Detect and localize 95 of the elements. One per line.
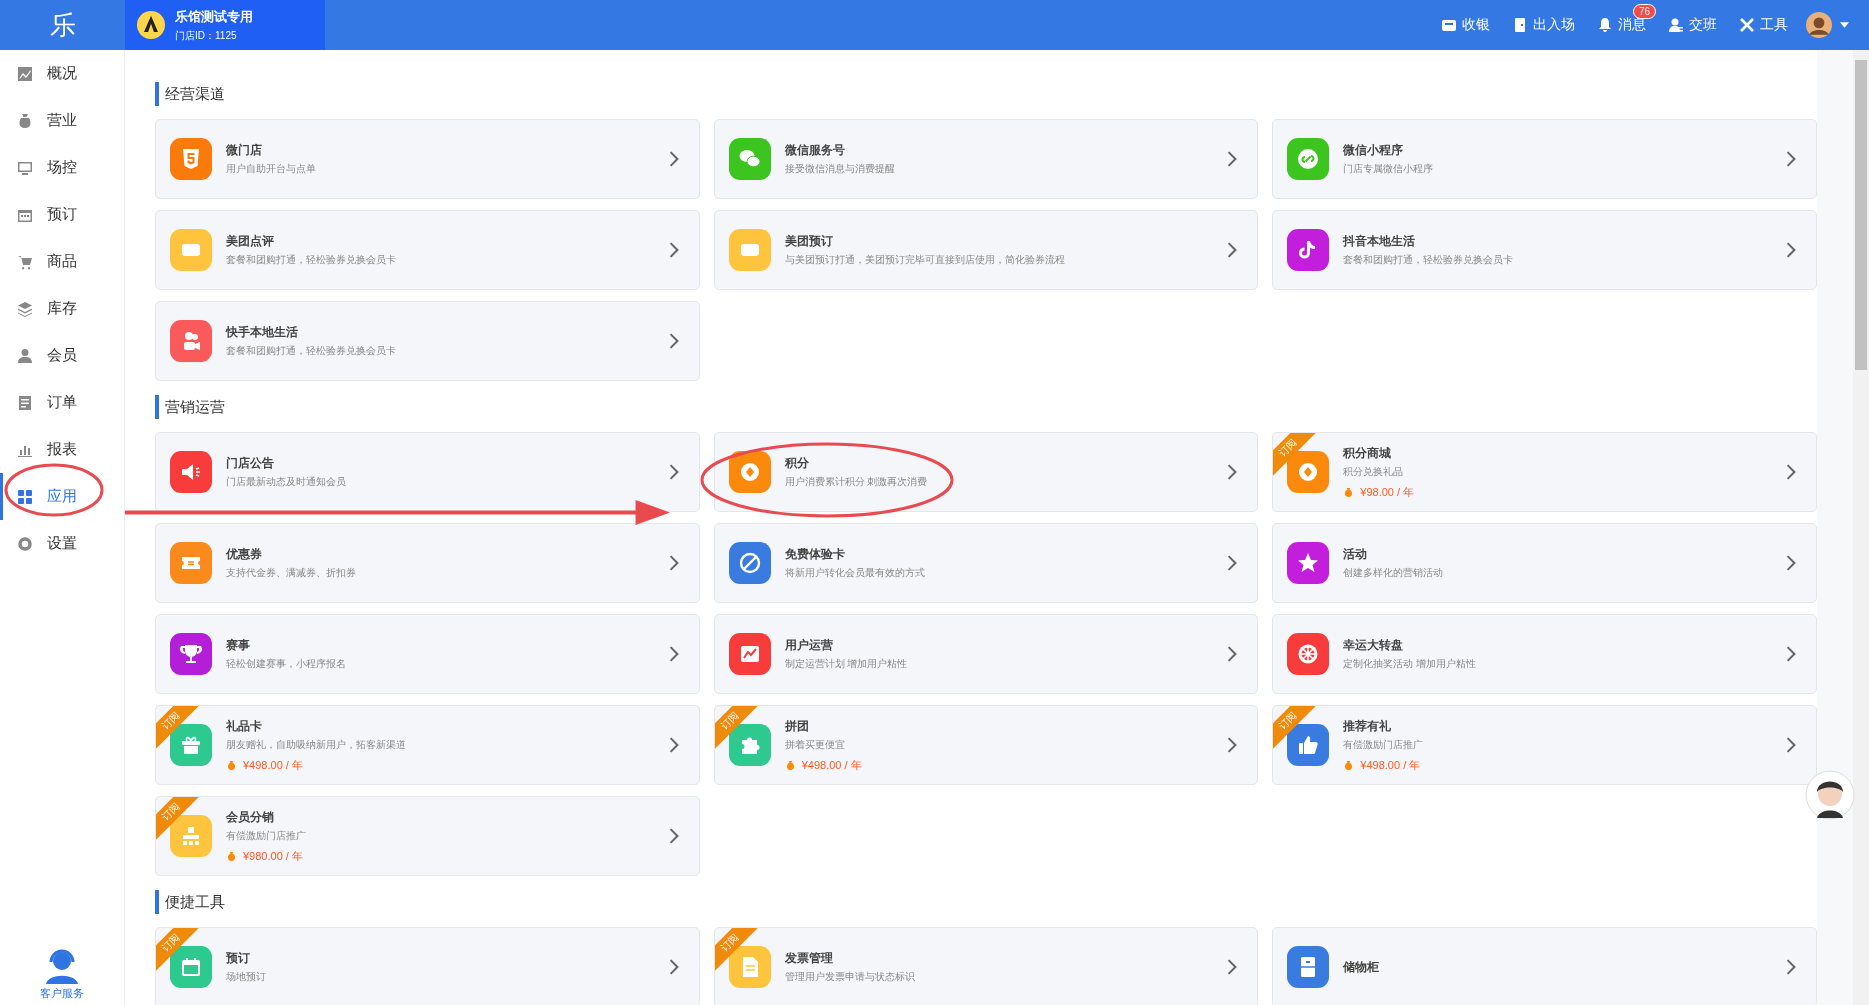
app-card[interactable]: 美团预订 与美团预订打通，美团预订完毕可直接到店使用，简化验券流程 — [713, 210, 1259, 290]
toolbar-button[interactable]: 交班 — [1668, 16, 1717, 34]
app-card[interactable]: 快手本地生活 套餐和团购打通，轻松验券兑换会员卡 — [155, 301, 700, 381]
toolbar-button[interactable]: 工具 — [1739, 16, 1788, 34]
app-card[interactable]: 微信服务号 接受微信消息与消费提醒 — [713, 119, 1259, 199]
app-title: 美团点评 — [226, 233, 275, 250]
app-title: 拼团 — [784, 717, 810, 735]
app-title: 积分商城 — [1343, 444, 1393, 462]
app-title: 用户运营 — [784, 637, 834, 654]
app-card[interactable]: 拼团 拼着买更便宜 ¥498.00 / 年 订阅 — [713, 705, 1259, 785]
store-panel[interactable]: 乐馆测试专用 门店ID：1125 — [125, 0, 325, 50]
app-description: 创建多样化的营销活动 — [1343, 566, 1445, 580]
app-card[interactable]: 微信小程序 门店专属微信小程序 — [1272, 119, 1817, 199]
app-description: 将新用户转化会员最有效的方式 — [784, 566, 926, 580]
app-title: 会员分销 — [226, 808, 275, 826]
app-title: 微信服务号 — [784, 142, 846, 159]
app-description: 用户自助开台与点单 — [226, 162, 317, 176]
app-description: 与美团预订打通，美团预订完毕可直接到店使用，简化验券流程 — [784, 253, 1066, 267]
app-card[interactable]: 微门店 用户自助开台与点单 — [155, 119, 700, 199]
app-title: 免费体验卡 — [784, 546, 846, 563]
app-description: 朋友赠礼，自助吸纳新用户，拓客新渠道 — [226, 737, 407, 752]
app-title: 推荐有礼 — [1343, 717, 1393, 735]
app-card[interactable]: 积分商城 积分兑换礼品 ¥98.00 / 年 订阅 — [1272, 432, 1817, 512]
app-title: 幸运大转盘 — [1343, 637, 1405, 654]
app-card[interactable]: 免费体验卡 将新用户转化会员最有效的方式 — [713, 523, 1259, 603]
app-title: 活动 — [1343, 546, 1369, 563]
app-title: 优惠券 — [226, 546, 263, 563]
sidebar-item[interactable]: 场控 — [0, 144, 124, 191]
app-description: 套餐和团购打通，轻松验券兑换会员卡 — [1343, 253, 1515, 267]
app-description: 轻松创建赛事，小程序报名 — [226, 657, 347, 671]
sidebar-item[interactable]: 营业 — [0, 97, 124, 144]
app-description: 场地预订 — [226, 970, 267, 984]
app-description: 制定运营计划 增加用户粘性 — [784, 657, 909, 671]
app-title: 预订 — [226, 950, 251, 967]
app-card[interactable]: 用户运营 制定运营计划 增加用户粘性 — [713, 614, 1259, 694]
app-card[interactable]: 储物柜 — [1272, 927, 1817, 1005]
sidebar-item[interactable]: 库存 — [0, 285, 124, 332]
sidebar-item[interactable]: 应用 — [0, 473, 124, 520]
app-title: 快手本地生活 — [226, 324, 299, 341]
toolbar-button[interactable]: 出入场 — [1512, 16, 1575, 34]
sidebar-item[interactable]: 会员 — [0, 332, 124, 379]
app-title: 积分 — [784, 455, 810, 472]
app-description: 有偿激励门店推广 — [226, 828, 307, 843]
app-title: 储物柜 — [1343, 958, 1381, 976]
app-description: 门店最新动态及时通知会员 — [226, 475, 347, 489]
app-description: 接受微信消息与消费提醒 — [784, 162, 896, 176]
app-title: 美团预订 — [784, 233, 834, 250]
logo[interactable]: 乐 — [0, 7, 125, 43]
sidebar-item[interactable]: 概况 — [0, 50, 124, 97]
app-title: 微信小程序 — [1343, 142, 1405, 159]
app-description: 拼着买更便宜 — [784, 737, 846, 752]
price: ¥98.00 / 年 — [1360, 484, 1415, 500]
price: ¥498.00 / 年 — [243, 757, 303, 773]
app-card[interactable]: 幸运大转盘 定制化抽奖活动 增加用户粘性 — [1272, 614, 1817, 694]
sidebar-item[interactable]: 订单 — [0, 379, 124, 426]
app-card[interactable]: 赛事 轻松创建赛事，小程序报名 — [155, 614, 700, 694]
app-card[interactable]: 会员分销 有偿激励门店推广 ¥980.00 / 年 订阅 — [155, 796, 700, 876]
sidebar-item[interactable]: 商品 — [0, 238, 124, 285]
app-card[interactable]: 活动 创建多样化的营销活动 — [1272, 523, 1817, 603]
app-description: 用户消费累计积分 刺激再次消费 — [784, 475, 929, 489]
app-title: 抖音本地生活 — [1343, 233, 1417, 250]
customer-service-link[interactable]: 客户服务 — [0, 948, 124, 1005]
app-card[interactable]: 发票管理 管理用户发票申请与状态标识 订阅 — [713, 927, 1259, 1005]
count-badge: 76 — [1632, 4, 1656, 19]
app-title: 微门店 — [226, 142, 263, 159]
app-title: 发票管理 — [784, 950, 834, 967]
app-card[interactable]: 积分 用户消费累计积分 刺激再次消费 — [713, 432, 1259, 512]
app-description: 管理用户发票申请与状态标识 — [784, 970, 916, 984]
app-card[interactable]: 预订 场地预订 订阅 — [155, 927, 700, 1005]
app-description: 定制化抽奖活动 增加用户粘性 — [1343, 657, 1478, 671]
store-name: 乐馆测试专用 — [175, 7, 253, 26]
app-description: 门店专属微信小程序 — [1343, 162, 1435, 176]
app-title: 门店公告 — [226, 455, 275, 472]
toolbar-button[interactable]: 收银 — [1441, 16, 1490, 34]
store-id: 门店ID：1125 — [175, 28, 238, 43]
app-card[interactable]: 礼品卡 朋友赠礼，自助吸纳新用户，拓客新渠道 ¥498.00 / 年 订阅 — [155, 705, 700, 785]
app-card[interactable]: 抖音本地生活 套餐和团购打通，轻松验券兑换会员卡 — [1272, 210, 1817, 290]
app-description: 有偿激励门店推广 — [1343, 737, 1425, 752]
app-card[interactable]: 优惠券 支持代金券、满减券、折扣券 — [155, 523, 700, 603]
app-description: 套餐和团购打通，轻松验券兑换会员卡 — [226, 253, 397, 267]
app-title: 礼品卡 — [226, 717, 263, 735]
app-description: 套餐和团购打通，轻松验券兑换会员卡 — [226, 344, 397, 358]
app-description: 积分兑换礼品 — [1343, 464, 1405, 479]
toolbar-button[interactable]: 消息 — [1597, 16, 1646, 34]
price: ¥980.00 / 年 — [243, 848, 303, 864]
app-card[interactable]: 推荐有礼 有偿激励门店推广 ¥498.00 / 年 订阅 — [1272, 705, 1817, 785]
price: ¥498.00 / 年 — [1360, 757, 1421, 773]
app-description: 支持代金券、满减券、折扣券 — [226, 566, 357, 580]
app-card[interactable]: 美团点评 套餐和团购打通，轻松验券兑换会员卡 — [155, 210, 700, 290]
sidebar-item[interactable]: 报表 — [0, 426, 124, 473]
app-title: 赛事 — [226, 637, 251, 654]
sidebar-item[interactable]: 预订 — [0, 191, 124, 238]
sidebar-item[interactable]: 设置 — [0, 520, 124, 567]
price: ¥498.00 / 年 — [801, 757, 862, 773]
app-card[interactable]: 门店公告 门店最新动态及时通知会员 — [155, 432, 700, 512]
